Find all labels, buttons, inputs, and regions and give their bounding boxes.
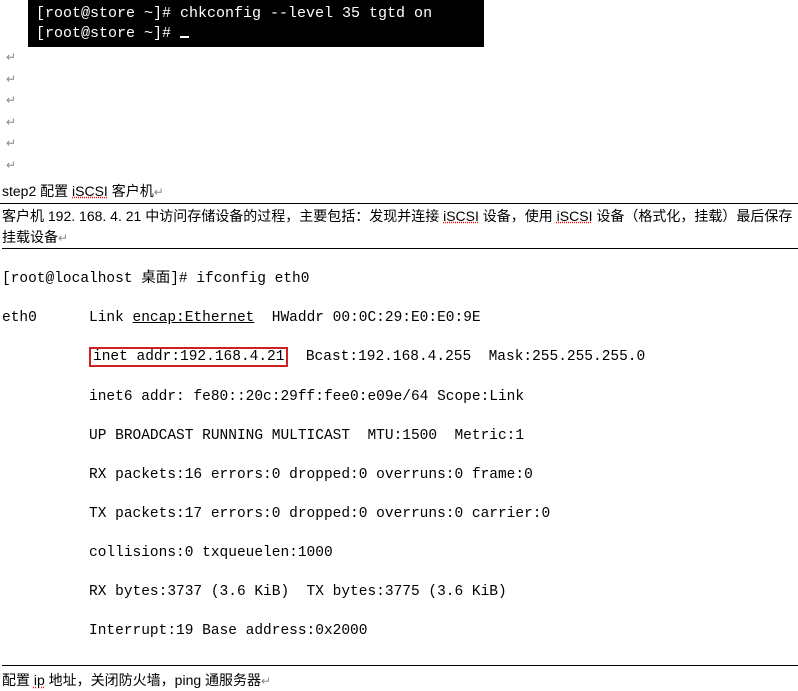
inet-addr-highlight: inet addr:192.168.4.21 bbox=[89, 347, 288, 367]
step2-suffix: 客户机 bbox=[108, 183, 154, 199]
text: 客户机 192. 168. 4. 21 中访问存储设备的过程，主要包括：发现并连… bbox=[2, 208, 443, 224]
ifconfig-line: inet addr:192.168.4.21 Bcast:192.168.4.2… bbox=[2, 348, 798, 368]
terminal-line: [root@store ~]# bbox=[36, 25, 180, 42]
encap-underline: encap:Ethernet bbox=[133, 310, 255, 326]
paragraph-mark: ↵ bbox=[6, 112, 798, 134]
terminal-chkconfig: [root@store ~]# chkconfig --level 35 tgt… bbox=[28, 0, 484, 47]
ifconfig-line: UP BROADCAST RUNNING MULTICAST MTU:1500 … bbox=[2, 427, 798, 447]
paragraph-mark: ↵ bbox=[6, 47, 798, 69]
ifconfig-line: eth0 Link encap:Ethernet HWaddr 00:0C:29… bbox=[2, 309, 798, 329]
paragraph-mark: ↵ bbox=[154, 185, 164, 199]
divider bbox=[0, 203, 798, 204]
config-note: 配置 ip 地址，关闭防火墙，ping 通服务器↵ bbox=[2, 670, 798, 691]
ifconfig-line: inet6 addr: fe80::20c:29ff:fee0:e09e/64 … bbox=[2, 388, 798, 408]
paragraph-mark: ↵ bbox=[6, 133, 798, 155]
ifconfig-line: RX packets:16 errors:0 dropped:0 overrun… bbox=[2, 466, 798, 486]
text: eth0 Link bbox=[2, 310, 133, 326]
ifconfig-line: Interrupt:19 Base address:0x2000 bbox=[2, 622, 798, 642]
ifconfig-line: RX bytes:3737 (3.6 KiB) TX bytes:3775 (3… bbox=[2, 583, 798, 603]
text: HWaddr 00:0C:29:E0:E0:9E bbox=[254, 310, 480, 326]
ifconfig-line: [root@localhost 桌面]# ifconfig eth0 bbox=[2, 270, 798, 290]
text bbox=[2, 349, 89, 365]
paragraph-mark: ↵ bbox=[58, 231, 68, 245]
text: 配置 bbox=[2, 672, 34, 688]
ip-word: ip bbox=[34, 672, 45, 688]
cursor-icon bbox=[180, 36, 189, 38]
text: 设备，使用 bbox=[479, 208, 557, 224]
text: Bcast:192.168.4.255 Mask:255.255.255.0 bbox=[288, 349, 645, 365]
step2-heading: step2 配置 iSCSI 客户机↵ bbox=[2, 181, 798, 201]
paragraph-mark: ↵ bbox=[6, 69, 798, 91]
iscsi-word: iSCSI bbox=[557, 208, 593, 224]
iscsi-word: iSCSI bbox=[443, 208, 479, 224]
paragraph-mark: ↵ bbox=[6, 90, 798, 112]
text: 地址，关闭防火墙，ping 通服务器 bbox=[45, 672, 261, 688]
terminal-line: [root@store ~]# chkconfig --level 35 tgt… bbox=[36, 5, 432, 22]
ifconfig-line: collisions:0 txqueuelen:1000 bbox=[2, 544, 798, 564]
paragraph-mark: ↵ bbox=[6, 155, 798, 177]
iscsi-word: iSCSI bbox=[72, 183, 108, 199]
ifconfig-output: [root@localhost 桌面]# ifconfig eth0 eth0 … bbox=[2, 248, 798, 667]
step2-prefix: step2 配置 bbox=[2, 183, 72, 199]
paragraph-mark: ↵ bbox=[261, 674, 271, 688]
client-description: 客户机 192. 168. 4. 21 中访问存储设备的过程，主要包括：发现并连… bbox=[2, 206, 798, 248]
